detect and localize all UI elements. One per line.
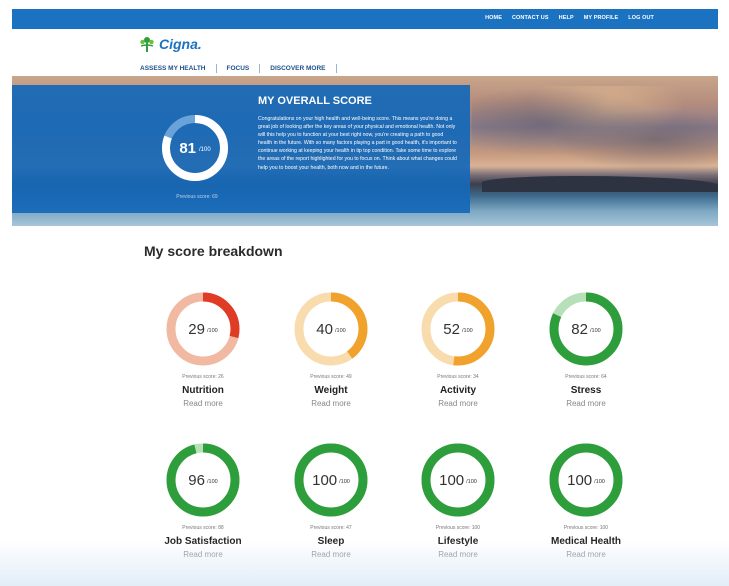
score-max: /100 (206, 479, 218, 485)
previous-score: Previous score: 64 (565, 374, 607, 380)
hero-banner: 81 /100 Previous score: 69 MY OVERALL SC… (12, 76, 718, 226)
score-card[interactable]: 40/100 Previous score: 49 Weight Read more (276, 290, 386, 408)
overall-score-description: Congratulations on your high health and … (258, 116, 457, 171)
score-number: 29 (188, 320, 205, 338)
read-more-link[interactable]: Read more (403, 399, 513, 408)
score-card[interactable]: 52/100 Previous score: 34 Activity Read mor… (403, 290, 513, 408)
overall-score-number: 81 (179, 139, 196, 157)
score-value: 40/100 (276, 290, 386, 368)
score-card[interactable]: 82/100 Previous score: 64 Stress Read more (531, 290, 641, 408)
score-max: /100 (589, 328, 601, 334)
category-nutrition: Nutrition (182, 385, 224, 396)
brand-name: Cigna. (159, 36, 202, 52)
score-max: /100 (206, 328, 218, 334)
score-max: /100 (461, 328, 473, 334)
breakdown-title: My score breakdown (144, 243, 283, 259)
score-value: 96/100 (148, 441, 258, 519)
score-value: 100/100 (403, 441, 513, 519)
previous-score: Previous score: 88 (182, 525, 224, 531)
score-number: 96 (188, 471, 205, 489)
score-value: 29/100 (148, 290, 258, 368)
header: Cigna. ASSESS MY HEALTH FOCUS DISCOVER M… (12, 29, 718, 76)
brand-logo[interactable]: Cigna. (138, 35, 202, 53)
score-value: 52/100 (403, 290, 513, 368)
score-number: 40 (316, 320, 333, 338)
top-nav-help-link[interactable]: HELP (559, 15, 574, 21)
nav-discover-more[interactable]: DISCOVER MORE (260, 64, 337, 73)
category-stress: Stress (570, 385, 602, 396)
score-number: 82 (571, 320, 588, 338)
score-number: 100 (439, 471, 465, 489)
top-nav-logout-link[interactable]: LOG OUT (628, 15, 654, 21)
main-nav: ASSESS MY HEALTH FOCUS DISCOVER MORE (140, 64, 337, 73)
hero-sky-image (472, 86, 718, 176)
overall-score-max: /100 (199, 147, 211, 153)
previous-score: Previous score: 34 (437, 374, 479, 380)
page: HOME CONTACT US HELP MY PROFILE LOG OUT … (0, 0, 729, 586)
overall-score-panel: 81 /100 Previous score: 69 MY OVERALL SC… (12, 85, 470, 213)
read-more-link[interactable]: Read more (148, 399, 258, 408)
hero-shoreline-image (482, 176, 718, 192)
previous-score: Previous score: 49 (310, 374, 352, 380)
tree-of-life-icon (140, 37, 154, 52)
category-weight: Weight (314, 385, 348, 396)
score-max: /100 (466, 479, 477, 485)
category-activity: Activity (439, 385, 477, 396)
nav-assess-my-health[interactable]: ASSESS MY HEALTH (140, 64, 217, 73)
top-nav-home-link[interactable]: HOME (485, 15, 502, 21)
top-nav-profile-link[interactable]: MY PROFILE (584, 15, 619, 21)
nav-focus[interactable]: FOCUS (217, 64, 261, 73)
read-more-link[interactable]: Read more (276, 399, 386, 408)
overall-score-value: 81 /100 (160, 113, 230, 183)
top-nav-contact-link[interactable]: CONTACT US (512, 15, 549, 21)
read-more-link[interactable]: Read more (531, 399, 641, 408)
previous-score: Previous score: 47 (310, 525, 352, 531)
score-value: 100/100 (276, 441, 386, 519)
previous-score: Previous score: 100 (435, 525, 481, 531)
score-value: 82/100 (531, 290, 641, 368)
score-number: 100 (567, 471, 593, 489)
previous-score: Previous score: 100 (563, 525, 609, 531)
overall-score-title: MY OVERALL SCORE (258, 95, 372, 107)
score-max: /100 (334, 328, 346, 334)
score-max: /100 (594, 479, 605, 485)
score-number: 100 (312, 471, 338, 489)
score-card[interactable]: 29/100 Previous score: 26 Nutrition Read mo… (148, 290, 258, 408)
previous-score: Previous score: 26 (182, 374, 224, 380)
score-value: 100/100 (531, 441, 641, 519)
score-number: 52 (443, 320, 460, 338)
top-nav: HOME CONTACT US HELP MY PROFILE LOG OUT (485, 15, 654, 21)
overall-previous-score: Previous score: 69 (176, 194, 218, 200)
top-bar: HOME CONTACT US HELP MY PROFILE LOG OUT (12, 9, 718, 29)
bottom-fade (0, 540, 729, 586)
score-max: /100 (339, 479, 350, 485)
